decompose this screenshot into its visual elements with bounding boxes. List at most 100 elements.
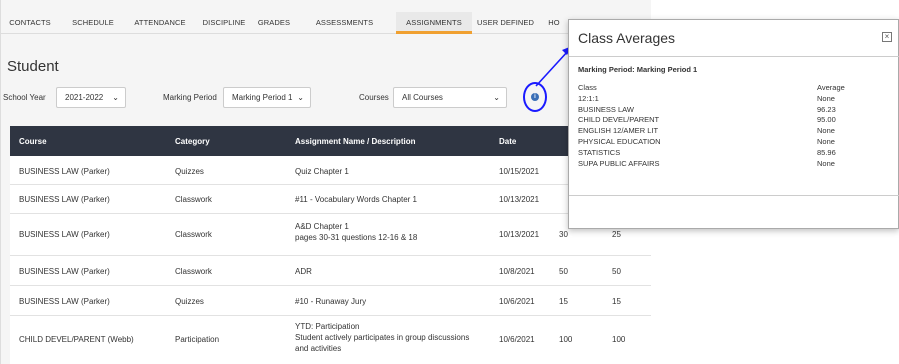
date-cell: 10/8/2021 <box>499 267 535 276</box>
dialog-title: Class Averages <box>578 30 676 46</box>
marking-period-value: Marking Period 1 <box>232 93 293 102</box>
course-cell: BUSINESS LAW (Parker) <box>19 167 110 176</box>
class-average: None <box>817 126 835 136</box>
category-cell: Quizzes <box>175 297 204 306</box>
column-header-category[interactable]: Category <box>175 137 210 146</box>
tab-attendance[interactable]: ATTENDANCE <box>127 12 193 34</box>
chevron-down-icon: ⌄ <box>493 93 500 102</box>
table-row[interactable]: BUSINESS LAW (Parker) Classwork #11 - Vo… <box>10 185 651 214</box>
averages-row: PHYSICAL EDUCATION None <box>578 137 896 148</box>
tab-assignments[interactable]: ASSIGNMENTS <box>396 12 472 34</box>
school-year-value: 2021-2022 <box>65 93 104 102</box>
school-year-select[interactable]: 2021-2022 ⌄ <box>56 87 126 108</box>
course-cell: BUSINESS LAW (Parker) <box>19 267 110 276</box>
table-row[interactable]: CHILD DEVEL/PARENT (Webb) Participation … <box>10 316 651 364</box>
course-cell: BUSINESS LAW (Parker) <box>19 230 110 239</box>
date-cell: 10/13/2021 <box>499 230 540 239</box>
course-cell: BUSINESS LAW (Parker) <box>19 297 110 306</box>
class-average: 96.23 <box>817 104 836 114</box>
courses-select[interactable]: All Courses ⌄ <box>393 87 507 108</box>
date-cell: 10/6/2021 <box>499 335 535 344</box>
column-header-course[interactable]: Course <box>19 137 47 146</box>
score-cell: 15 <box>559 297 568 306</box>
class-average: None <box>817 158 835 168</box>
category-cell: Quizzes <box>175 167 204 176</box>
marking-period-select[interactable]: Marking Period 1 ⌄ <box>223 87 311 108</box>
tab-user-defined[interactable]: USER DEFINED <box>472 12 539 34</box>
class-name: BUSINESS LAW <box>578 104 634 114</box>
class-average: 85.96 <box>817 147 836 157</box>
category-cell: Classwork <box>175 267 212 276</box>
date-cell: 10/15/2021 <box>499 167 540 176</box>
close-icon[interactable]: × <box>882 32 892 42</box>
category-cell: Classwork <box>175 230 212 239</box>
class-name: PHYSICAL EDUCATION <box>578 136 661 146</box>
assignment-cell: ADR <box>295 267 312 276</box>
tab-assessments[interactable]: ASSESSMENTS <box>293 12 396 34</box>
averages-row: ENGLISH 12/AMER LIT None <box>578 126 896 137</box>
class-column-header: Class <box>578 83 597 92</box>
assignment-cell: #11 - Vocabulary Words Chapter 1 <box>295 195 417 204</box>
average-column-header: Average <box>817 83 845 92</box>
class-name: STATISTICS <box>578 147 621 157</box>
averages-header: Class Average <box>578 83 896 94</box>
filter-bar: School Year 2021-2022 ⌄ Marking Period M… <box>1 87 651 109</box>
max-points-cell: 15 <box>612 297 621 306</box>
assignment-cell: Quiz Chapter 1 <box>295 167 349 176</box>
max-points-cell: 100 <box>612 335 626 344</box>
class-average: None <box>817 136 835 146</box>
score-cell: 50 <box>559 267 568 276</box>
assignment-cell: Student actively participates in group d… <box>295 333 470 342</box>
averages-row: BUSINESS LAW 96.23 <box>578 105 896 116</box>
date-cell: 10/13/2021 <box>499 195 540 204</box>
max-points-cell: 25 <box>612 230 621 239</box>
assignment-cell: and activities <box>295 344 342 353</box>
table-row[interactable]: BUSINESS LAW (Parker) Classwork A&D Chap… <box>10 214 651 256</box>
courses-value: All Courses <box>402 93 443 102</box>
class-average: 95.00 <box>817 115 836 125</box>
averages-row: 12:1:1 None <box>578 94 896 105</box>
assignments-table: Course Category Assignment Name / Descri… <box>10 126 651 364</box>
assignment-cell: YTD: Participation <box>295 322 360 331</box>
assignment-cell: #10 - Runaway Jury <box>295 297 367 306</box>
chevron-down-icon: ⌄ <box>112 93 119 102</box>
category-cell: Classwork <box>175 195 212 204</box>
class-name: ENGLISH 12/AMER LIT <box>578 126 659 136</box>
assignment-cell: pages 30-31 questions 12-16 & 18 <box>295 233 418 242</box>
table-row[interactable]: BUSINESS LAW (Parker) Quizzes Quiz Chapt… <box>10 156 651 185</box>
averages-table: Class Average 12:1:1 None BUSINESS LAW 9… <box>578 83 896 169</box>
class-name: 12:1:1 <box>578 93 599 103</box>
tab-home[interactable]: HO <box>539 12 569 34</box>
chevron-down-icon: ⌄ <box>297 93 304 102</box>
school-year-label: School Year <box>3 93 46 102</box>
courses-label: Courses <box>359 93 389 102</box>
tab-discipline[interactable]: DISCIPLINE <box>193 12 255 34</box>
course-cell: BUSINESS LAW (Parker) <box>19 195 110 204</box>
class-name: CHILD DEVEL/PARENT <box>578 115 660 125</box>
tab-bar: CONTACTS SCHEDULE ATTENDANCE DISCIPLINE … <box>1 12 651 34</box>
averages-row: CHILD DEVEL/PARENT 95.00 <box>578 115 896 126</box>
page-title: Student <box>7 58 59 75</box>
column-header-assignment[interactable]: Assignment Name / Description <box>295 137 415 146</box>
assignment-cell: A&D Chapter 1 <box>295 222 349 231</box>
class-average: None <box>817 93 835 103</box>
class-averages-info-button[interactable]: i <box>523 82 547 112</box>
averages-row: SUPA PUBLIC AFFAIRS None <box>578 159 896 170</box>
tab-contacts[interactable]: CONTACTS <box>1 12 59 34</box>
averages-row: STATISTICS 85.96 <box>578 148 896 159</box>
category-cell: Participation <box>175 335 220 344</box>
max-points-cell: 50 <box>612 267 621 276</box>
marking-period-label: Marking Period <box>163 93 217 102</box>
table-row[interactable]: BUSINESS LAW (Parker) Quizzes #10 - Runa… <box>10 286 651 316</box>
score-cell: 100 <box>559 335 573 344</box>
tab-grades[interactable]: GRADES <box>255 12 293 34</box>
score-cell: 30 <box>559 230 568 239</box>
table-row[interactable]: BUSINESS LAW (Parker) Classwork ADR 10/8… <box>10 256 651 286</box>
column-header-date[interactable]: Date <box>499 137 516 146</box>
marking-period-text: Marking Period: Marking Period 1 <box>578 65 698 74</box>
table-header: Course Category Assignment Name / Descri… <box>10 126 651 156</box>
info-icon: i <box>531 93 539 101</box>
divider <box>569 195 899 196</box>
date-cell: 10/6/2021 <box>499 297 535 306</box>
tab-schedule[interactable]: SCHEDULE <box>59 12 127 34</box>
